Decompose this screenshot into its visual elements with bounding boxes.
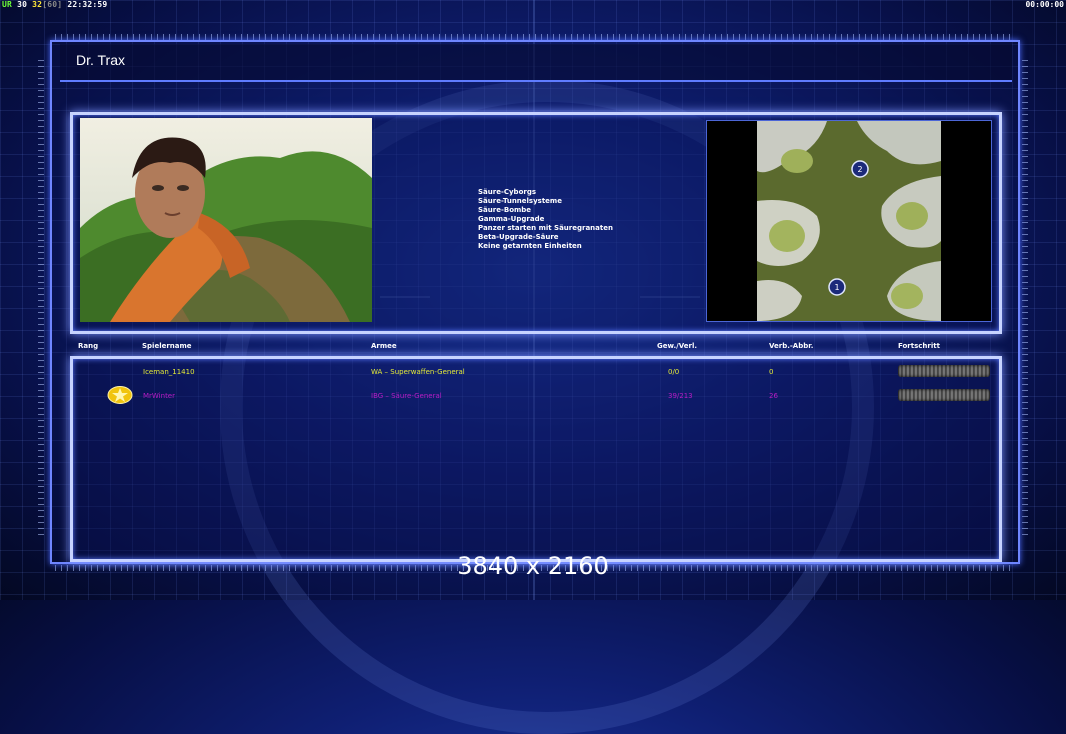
- feature-item: Säure-Cyborgs: [478, 188, 537, 196]
- feature-item: Gamma-Upgrade: [478, 215, 545, 223]
- map-start-2: 2: [857, 165, 862, 174]
- general-portrait: [80, 118, 372, 322]
- general-title: Dr. Trax: [76, 52, 126, 68]
- header-winloss: Gew./Verl.: [657, 342, 698, 350]
- map-preview: 2 1: [706, 120, 992, 322]
- hud-num2: 32: [32, 0, 43, 9]
- header-player: Spielername: [142, 342, 192, 350]
- player-army: IBG – Säure-General: [371, 392, 442, 400]
- player-progress-bar: [898, 365, 990, 377]
- ruler-left: [38, 60, 44, 540]
- general-features-list: Säure-Cyborgs Säure-Tunnelsysteme Säure-…: [478, 188, 613, 251]
- feature-item: Beta-Upgrade-Säure: [478, 233, 559, 241]
- feature-item: Säure-Bombe: [478, 206, 532, 214]
- header-disconnects: Verb.-Abbr.: [769, 342, 814, 350]
- header-army: Armee: [371, 342, 397, 350]
- player-winloss: 39/213: [668, 392, 693, 400]
- map-start-1: 1: [834, 283, 839, 292]
- hud-num3: [60]: [42, 0, 63, 9]
- hud-timer: 00:00:00: [1025, 0, 1064, 9]
- player-disconnects: 26: [769, 392, 778, 400]
- player-list-panel: [70, 356, 1002, 562]
- title-bar: [60, 44, 1012, 82]
- player-winloss: 0/0: [668, 368, 680, 376]
- hud-stats: UR 30 32[60] 22:32:59: [2, 0, 107, 9]
- player-name: Iceman_11410: [143, 368, 195, 376]
- resolution-label: 3840 x 2160: [457, 552, 609, 580]
- player-name: MrWinter: [143, 392, 175, 400]
- hud-ur: UR: [2, 0, 13, 9]
- feature-item: Panzer starten mit Säuregranaten: [478, 224, 613, 232]
- player-army: WA – Superwaffen-General: [371, 368, 465, 376]
- player-disconnects: 0: [769, 368, 774, 376]
- feature-item: Säure-Tunnelsysteme: [478, 197, 562, 205]
- header-rank: Rang: [78, 342, 99, 350]
- hud-num1: 30: [17, 0, 28, 9]
- feature-item: Keine getarnten Einheiten: [478, 242, 582, 250]
- hud-clock: 22:32:59: [67, 0, 108, 9]
- ruler-right: [1022, 60, 1028, 540]
- header-progress: Fortschritt: [898, 342, 940, 350]
- player-progress-bar: [898, 389, 990, 401]
- rank-badge-icon: [107, 386, 133, 404]
